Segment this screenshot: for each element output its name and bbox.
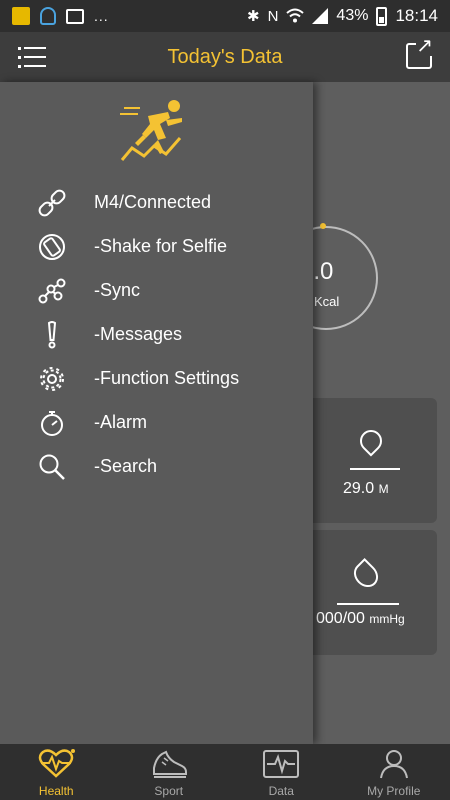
blood-pressure-card[interactable] [300, 530, 437, 655]
menu-item-search[interactable]: -Search [0, 444, 313, 488]
menu-item-label: -Alarm [94, 411, 147, 432]
sync-icon [38, 278, 66, 304]
shoe-icon [152, 750, 187, 778]
tab-label: Sport [154, 784, 184, 798]
exclamation-icon [47, 321, 57, 349]
tab-sport[interactable]: Sport [113, 744, 226, 800]
heart-pulse-icon [39, 749, 76, 778]
tab-my-profile[interactable]: My Profile [338, 744, 450, 800]
profile-icon [379, 750, 408, 779]
calories-unit: Kcal [314, 294, 340, 309]
tab-health[interactable]: Health [0, 744, 113, 800]
notification-bell-icon [40, 7, 56, 25]
clock: 18:14 [395, 6, 438, 25]
menu-item-label: -Shake for Selfie [94, 235, 228, 256]
menu-item-label: M4/Connected [94, 191, 212, 212]
menu-item-messages[interactable]: -Messages [0, 312, 313, 356]
stopwatch-icon [41, 411, 63, 436]
image-notification-icon [66, 8, 84, 24]
shake-icon [39, 234, 65, 260]
app-bar: Today's Data [0, 32, 450, 82]
menu-item-alarm[interactable]: -Alarm [0, 400, 313, 444]
bp-unit: mmHg [369, 612, 405, 626]
distance-value: 29.0 [343, 480, 375, 497]
page-title: Today's Data [167, 45, 283, 68]
more-notifications: ... [94, 8, 109, 24]
bluetooth-icon: ✱ [247, 8, 260, 25]
menu-item-label: -Function Settings [94, 367, 240, 388]
search-icon [39, 454, 65, 480]
bp-readout: 000/00 mmHg [316, 610, 405, 628]
drop-baseline [337, 603, 399, 605]
tab-label: Data [268, 784, 294, 798]
hamburger-icon[interactable] [18, 45, 46, 69]
menu-item-connected[interactable]: M4/Connected [0, 180, 313, 224]
pin-baseline [350, 468, 400, 470]
distance-unit: M [378, 482, 389, 496]
bp-value: 000/00 [316, 610, 365, 627]
menu-item-label: -Messages [94, 323, 183, 344]
battery-icon [376, 6, 388, 26]
gear-icon [40, 367, 64, 391]
signal-icon [312, 8, 329, 24]
navigation-drawer: M4/Connected -Shake for Selfie -Sync -Me… [0, 82, 313, 744]
app-notification-icon [12, 7, 30, 25]
status-bar: ... ✱ N 43% 18:14 [0, 0, 450, 32]
ring-progress-dot [320, 223, 326, 229]
menu-item-label: -Sync [94, 279, 141, 300]
chart-pulse-icon [263, 750, 300, 778]
menu-item-label: -Search [94, 455, 158, 476]
bottom-navigation: Health Sport Data My Profile [0, 744, 450, 800]
distance-readout: 29.0 M [343, 480, 389, 498]
distance-card[interactable] [300, 398, 437, 523]
link-icon [38, 189, 66, 217]
share-icon[interactable] [406, 36, 433, 69]
menu-item-sync[interactable]: -Sync [0, 268, 313, 312]
runner-icon [120, 100, 182, 161]
battery-percent: 43% [336, 7, 369, 24]
tab-label: Health [38, 784, 74, 798]
nfc-icon: N [267, 7, 279, 25]
wifi-icon [286, 8, 305, 23]
tab-label: My Profile [367, 784, 421, 798]
menu-item-function-settings[interactable]: -Function Settings [0, 356, 313, 400]
menu-item-shake-selfie[interactable]: -Shake for Selfie [0, 224, 313, 268]
tab-data[interactable]: Data [225, 744, 338, 800]
